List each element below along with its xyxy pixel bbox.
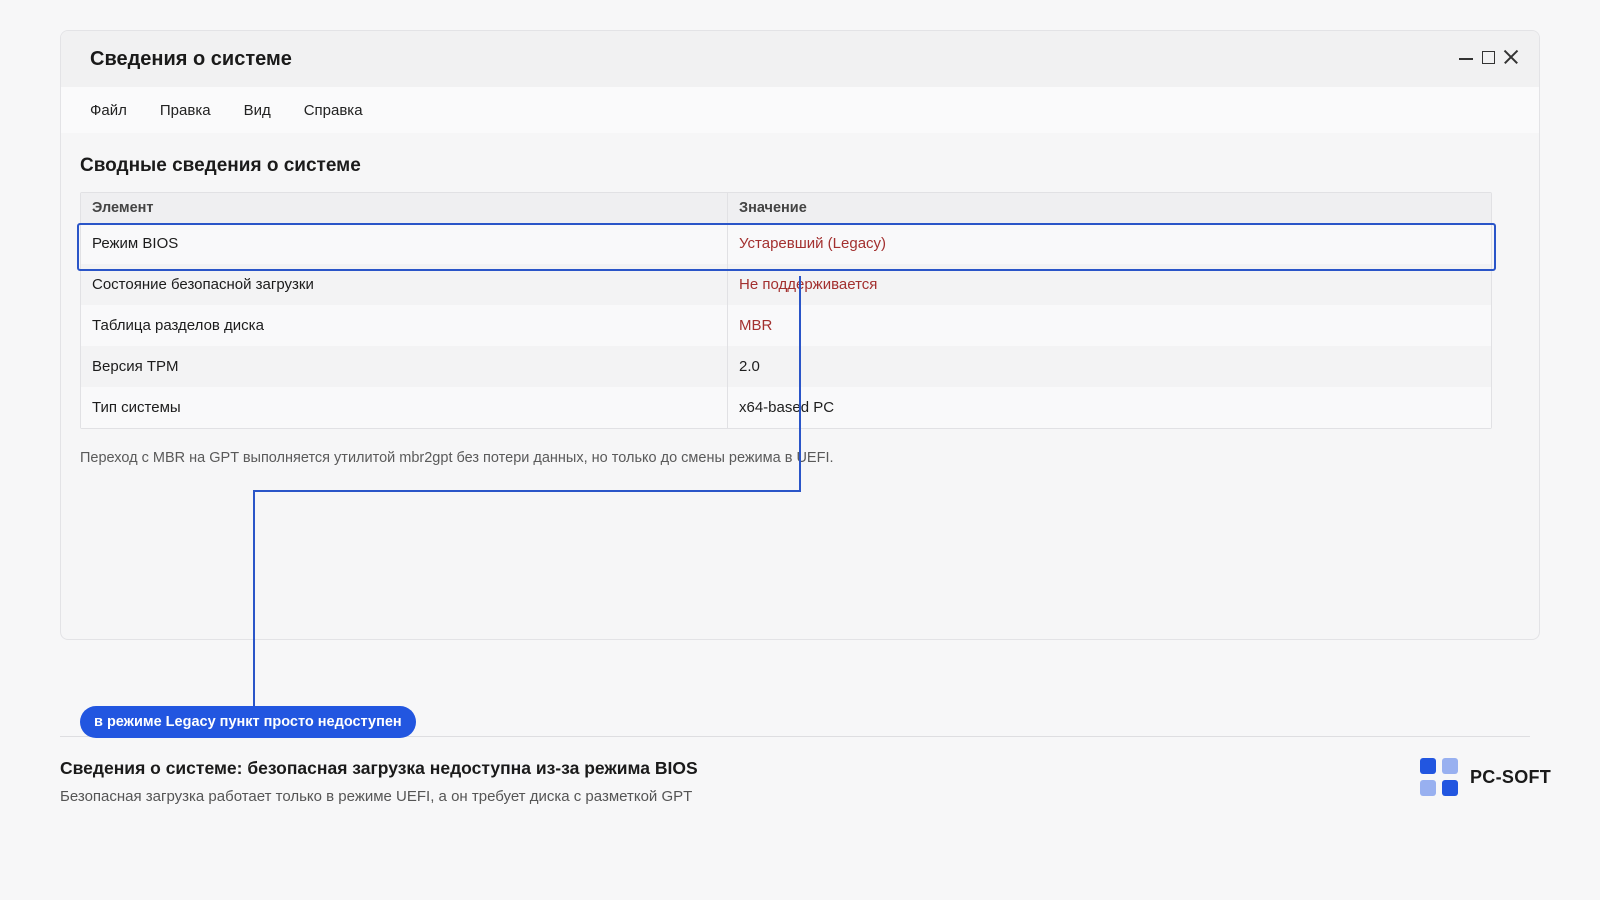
row-item: Таблица разделов диска bbox=[81, 305, 728, 346]
table-row[interactable]: Таблица разделов диска MBR bbox=[81, 305, 1491, 346]
column-header-item[interactable]: Элемент bbox=[81, 193, 728, 223]
column-header-value[interactable]: Значение bbox=[728, 193, 1491, 223]
brand-logo: PC-SOFT bbox=[1420, 758, 1551, 796]
table-row[interactable]: Состояние безопасной загрузки Не поддерж… bbox=[81, 264, 1491, 305]
section-title: Сводные сведения о системе bbox=[80, 155, 361, 176]
minimize-icon[interactable] bbox=[1459, 49, 1473, 65]
logo-grid-icon bbox=[1420, 758, 1458, 796]
row-value: 2.0 bbox=[739, 358, 760, 375]
menu-bar: Файл Правка Вид Справка bbox=[61, 87, 1539, 133]
window-title: Сведения о системе bbox=[90, 47, 292, 70]
mbr2gpt-note: Переход с MBR на GPT выполняется утилито… bbox=[80, 450, 834, 466]
system-info-window: Сведения о системе Файл Правка Вид Справ… bbox=[60, 30, 1540, 640]
callout-badge: в режиме Legacy пункт просто недоступен bbox=[80, 706, 416, 738]
menu-help[interactable]: Справка bbox=[304, 102, 363, 119]
row-item: Версия TPM bbox=[81, 346, 728, 387]
row-item: Режим BIOS bbox=[81, 223, 728, 264]
brand-name: PC-SOFT bbox=[1470, 766, 1552, 787]
menu-edit[interactable]: Правка bbox=[160, 102, 211, 119]
row-value: Устаревший (Legacy) bbox=[739, 235, 887, 252]
menu-view[interactable]: Вид bbox=[244, 102, 271, 119]
title-bar: Сведения о системе bbox=[61, 31, 1539, 87]
maximize-icon[interactable] bbox=[1481, 49, 1495, 65]
row-item: Тип системы bbox=[81, 387, 728, 428]
row-value: x64-based PC bbox=[739, 399, 835, 416]
row-item: Состояние безопасной загрузки bbox=[81, 264, 728, 305]
menu-file[interactable]: Файл bbox=[90, 102, 127, 119]
stage: Сведения о системе Файл Правка Вид Справ… bbox=[0, 0, 1600, 900]
row-value: MBR bbox=[739, 317, 773, 334]
table-row[interactable]: Режим BIOS Устаревший (Legacy) bbox=[81, 223, 1491, 264]
close-icon[interactable] bbox=[1503, 49, 1517, 65]
window-controls bbox=[1459, 49, 1517, 65]
caption-title: Сведения о системе: безопасная загрузка … bbox=[60, 758, 698, 778]
table-row[interactable]: Тип системы x64-based PC bbox=[81, 387, 1491, 428]
caption-subtitle: Безопасная загрузка работает только в ре… bbox=[60, 788, 693, 805]
system-summary-table: Элемент Значение Режим BIOS Устаревший (… bbox=[77, 192, 1496, 429]
row-value: Не поддерживается bbox=[739, 276, 878, 293]
content-area: Сводные сведения о системе Элемент Значе… bbox=[61, 155, 1539, 466]
table-row[interactable]: Версия TPM 2.0 bbox=[81, 346, 1491, 387]
table-header-row: Элемент Значение bbox=[81, 193, 1491, 223]
